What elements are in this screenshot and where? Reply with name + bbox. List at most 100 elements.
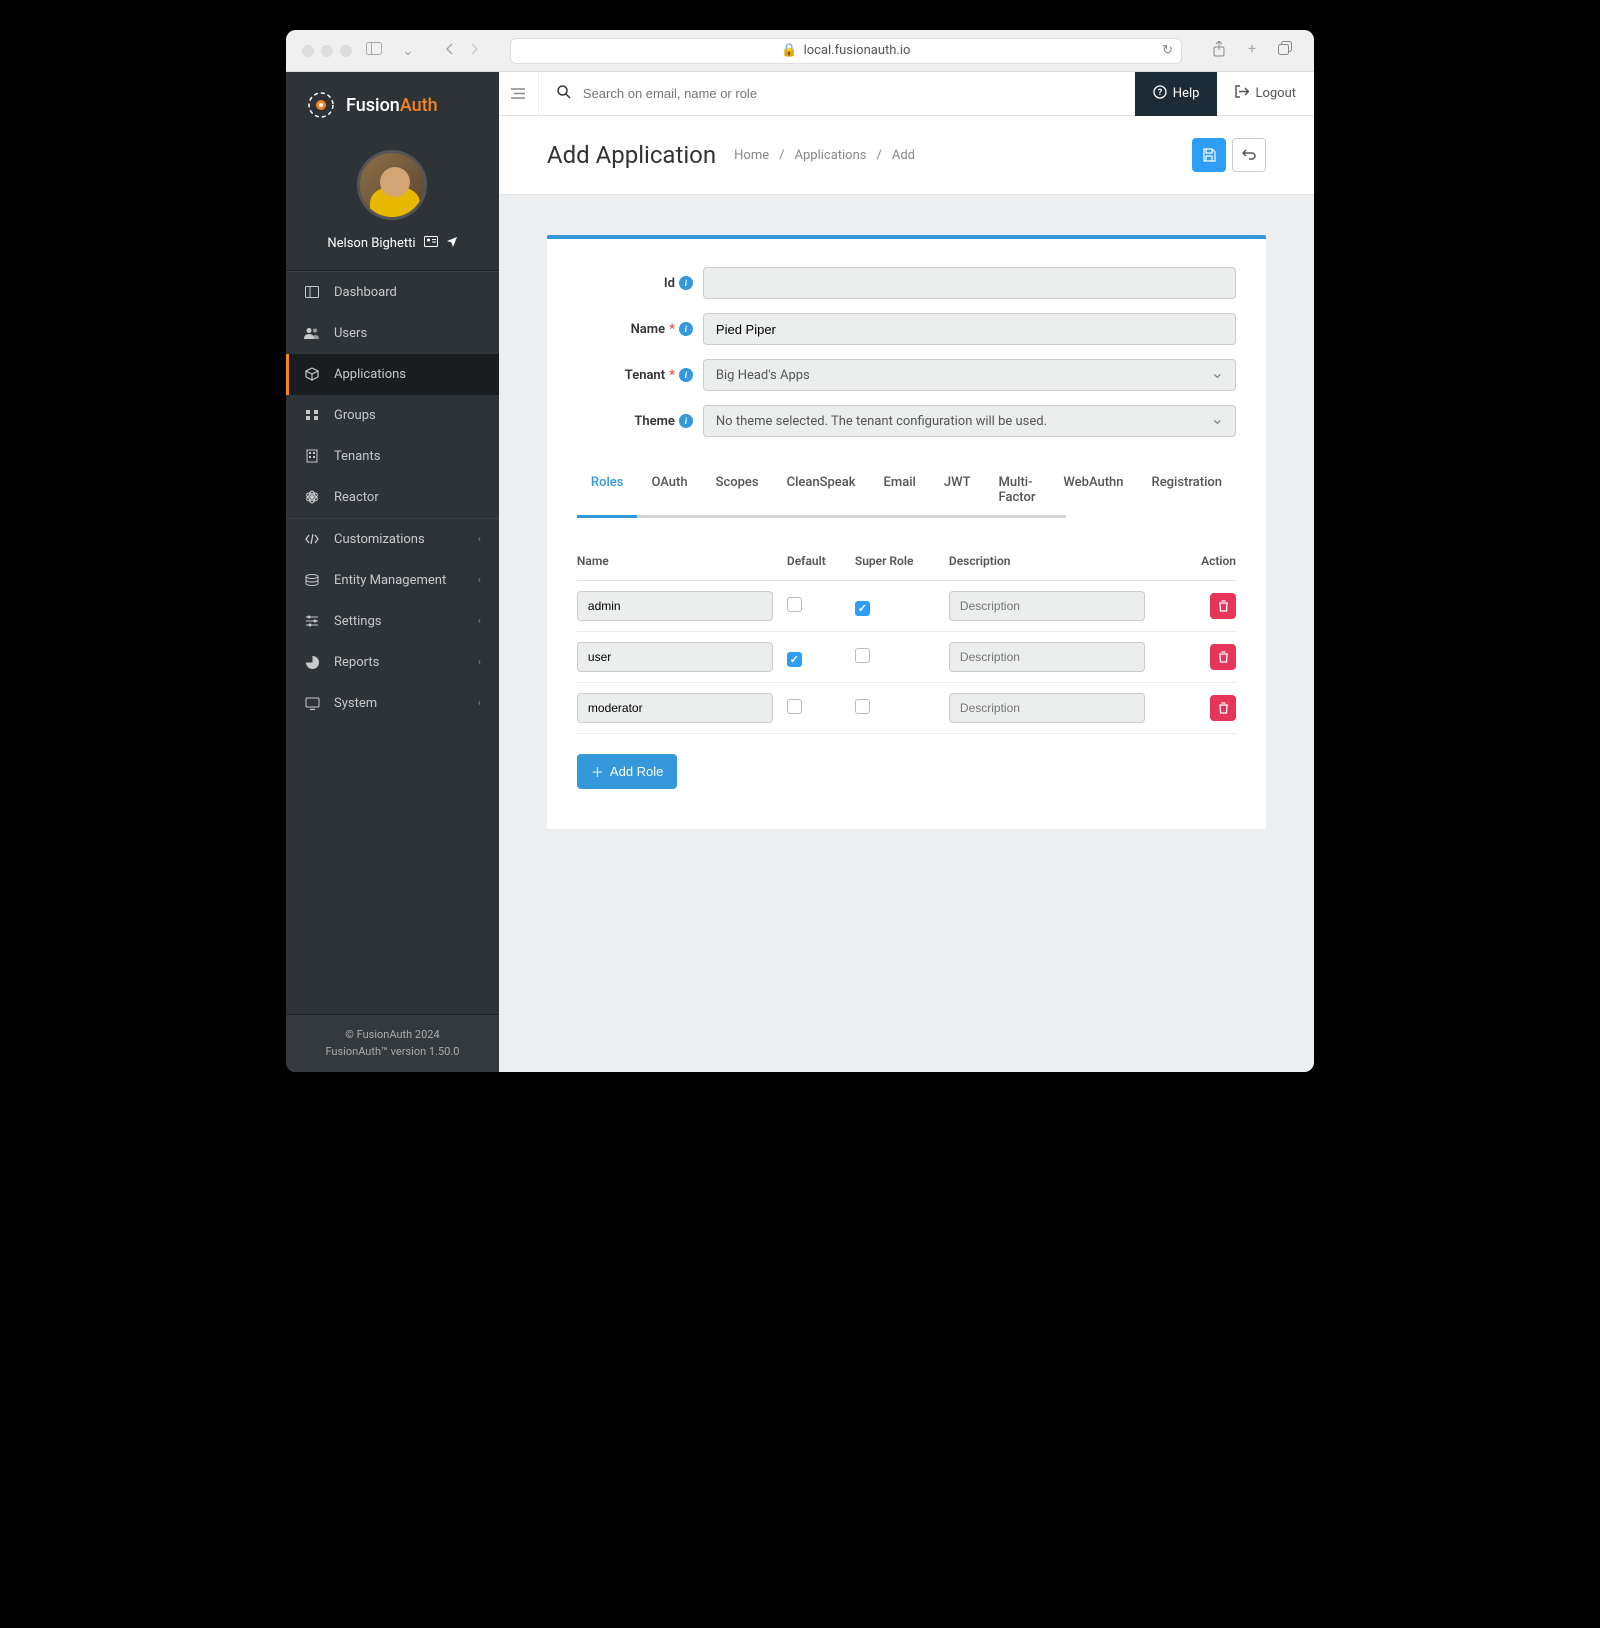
avatar[interactable] [357, 150, 427, 220]
sidebar: FusionAuth Nelson Bighetti Dashboard Use… [286, 72, 499, 1072]
vcard-icon[interactable] [424, 236, 438, 251]
breadcrumb-home[interactable]: Home [734, 148, 769, 163]
browser-window: ⌄ 🔒 local.fusionauth.io ↻ + FusionAuth [286, 30, 1314, 1072]
browser-chrome: ⌄ 🔒 local.fusionauth.io ↻ + [286, 30, 1314, 72]
delete-button[interactable] [1210, 644, 1236, 670]
table-row: ✓ [577, 581, 1236, 632]
role-desc-input[interactable] [949, 591, 1145, 621]
sidebar-item-label: Applications [334, 367, 406, 382]
sidebar-item-label: Groups [334, 408, 376, 423]
search-input[interactable] [583, 86, 1117, 101]
col-name-header: Name [577, 554, 787, 568]
entity-mgmt-icon [304, 574, 320, 586]
refresh-icon[interactable]: ↻ [1162, 43, 1173, 58]
users-icon [304, 327, 320, 339]
sidebar-item-reactor[interactable]: Reactor [286, 477, 499, 518]
breadcrumb-current: Add [892, 148, 915, 163]
info-icon[interactable]: i [679, 322, 693, 336]
logout-label: Logout [1255, 86, 1296, 101]
sidebar-item-dashboard[interactable]: Dashboard [286, 272, 499, 313]
dropdown-icon[interactable]: ⌄ [396, 41, 420, 61]
logout-button[interactable]: Logout [1217, 72, 1314, 116]
topbar: ? Help Logout [499, 72, 1314, 116]
profile-name: Nelson Bighetti [327, 236, 415, 251]
role-desc-input[interactable] [949, 693, 1145, 723]
maximize-window-icon[interactable] [340, 45, 352, 57]
sidebar-item-system[interactable]: System ‹ [286, 683, 499, 724]
back-nav-icon[interactable] [438, 40, 460, 62]
super-checkbox[interactable] [855, 699, 870, 714]
theme-select[interactable]: No theme selected. The tenant configurat… [703, 405, 1236, 437]
role-name-input[interactable] [577, 591, 773, 621]
location-icon[interactable] [446, 236, 458, 252]
help-button[interactable]: ? Help [1135, 72, 1218, 116]
plus-icon: ＋ [591, 762, 604, 781]
role-name-input[interactable] [577, 693, 773, 723]
tab-webauthn[interactable]: WebAuthn [1049, 465, 1137, 518]
sidebar-item-tenants[interactable]: Tenants [286, 436, 499, 477]
sidebar-item-reports[interactable]: Reports ‹ [286, 642, 499, 683]
tenant-select[interactable]: Big Head's Apps [703, 359, 1236, 391]
sidebar-toggle-icon[interactable] [360, 40, 388, 61]
info-icon[interactable]: i [679, 276, 693, 290]
sidebar-item-customizations[interactable]: Customizations ‹ [286, 519, 499, 560]
tab-oauth[interactable]: OAuth [637, 465, 701, 518]
url-bar[interactable]: 🔒 local.fusionauth.io ↻ [510, 38, 1182, 64]
settings-icon [304, 615, 320, 627]
sidebar-item-label: Dashboard [334, 285, 397, 300]
logo: FusionAuth [286, 72, 499, 138]
default-checkbox[interactable] [787, 597, 802, 612]
sidebar-item-users[interactable]: Users [286, 313, 499, 354]
chevron-left-icon: ‹ [478, 534, 481, 545]
sidebar-item-label: Tenants [334, 449, 380, 464]
role-name-input[interactable] [577, 642, 773, 672]
tenant-label: Tenant [625, 368, 665, 383]
sidebar-footer: © FusionAuth 2024 FusionAuth™ version 1.… [286, 1014, 499, 1072]
add-role-button[interactable]: ＋ Add Role [577, 754, 678, 789]
menu-toggle-button[interactable] [499, 72, 539, 116]
table-row: ✓ [577, 632, 1236, 683]
sidebar-item-entity-management[interactable]: Entity Management ‹ [286, 560, 499, 601]
svg-text:?: ? [1158, 88, 1163, 98]
default-checkbox[interactable]: ✓ [787, 652, 802, 667]
sidebar-item-applications[interactable]: Applications [286, 354, 499, 395]
delete-button[interactable] [1210, 695, 1236, 721]
close-window-icon[interactable] [302, 45, 314, 57]
sidebar-item-settings[interactable]: Settings ‹ [286, 601, 499, 642]
tab-email[interactable]: Email [870, 465, 930, 518]
minimize-window-icon[interactable] [321, 45, 333, 57]
tab-cleanspeak[interactable]: CleanSpeak [773, 465, 870, 518]
tab-registration[interactable]: Registration [1138, 465, 1236, 518]
tab-multifactor[interactable]: Multi-Factor [985, 465, 1050, 518]
delete-button[interactable] [1210, 593, 1236, 619]
fusionauth-logo-icon [306, 90, 336, 120]
search-icon [557, 84, 571, 103]
default-checkbox[interactable] [787, 699, 802, 714]
tab-jwt[interactable]: JWT [930, 465, 985, 518]
save-button[interactable] [1192, 138, 1226, 172]
breadcrumb-applications[interactable]: Applications [794, 148, 866, 163]
name-input[interactable] [703, 313, 1236, 345]
info-icon[interactable]: i [679, 414, 693, 428]
share-icon[interactable] [1206, 39, 1232, 63]
copyright: © FusionAuth 2024 [298, 1027, 487, 1044]
cancel-button[interactable] [1232, 138, 1266, 172]
id-input[interactable] [703, 267, 1236, 299]
add-role-label: Add Role [610, 764, 663, 779]
chevron-left-icon: ‹ [478, 657, 481, 668]
tab-scopes[interactable]: Scopes [702, 465, 773, 518]
role-desc-input[interactable] [949, 642, 1145, 672]
super-checkbox[interactable] [855, 648, 870, 663]
chevron-left-icon: ‹ [478, 698, 481, 709]
super-checkbox[interactable]: ✓ [855, 601, 870, 616]
page-title: Add Application [547, 141, 716, 169]
tabs-overview-icon[interactable] [1272, 39, 1298, 63]
theme-label: Theme [634, 414, 675, 429]
tab-roles[interactable]: Roles [577, 465, 638, 518]
forward-nav-icon[interactable] [464, 40, 486, 62]
col-action-header: Action [1180, 554, 1236, 568]
url-text: local.fusionauth.io [804, 43, 911, 58]
sidebar-item-groups[interactable]: Groups [286, 395, 499, 436]
info-icon[interactable]: i [679, 368, 693, 382]
new-tab-icon[interactable]: + [1242, 39, 1262, 63]
